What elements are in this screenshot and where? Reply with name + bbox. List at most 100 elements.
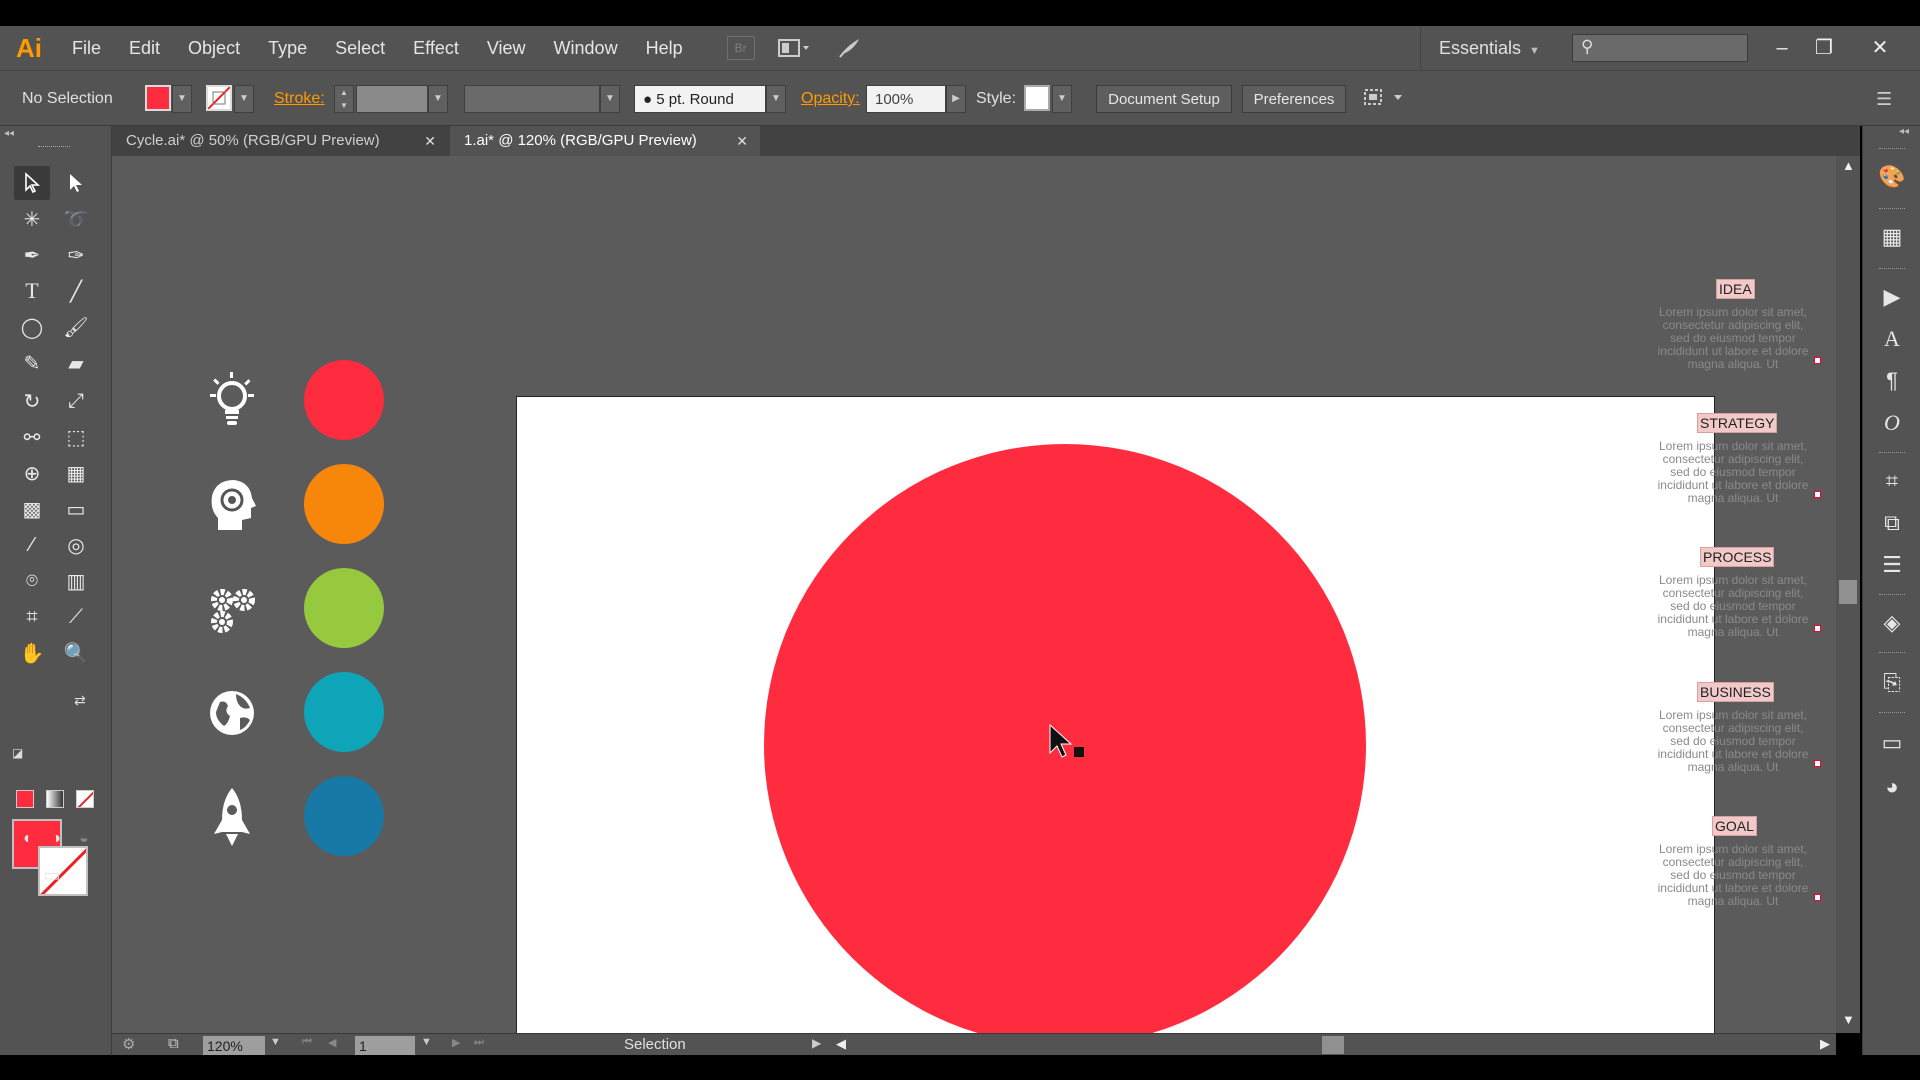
vertical-scrollbar[interactable]: ▲ ▼ (1836, 156, 1860, 1033)
section-title-business[interactable]: BUSINESS (1697, 682, 1774, 702)
opentype-panel-icon[interactable]: O (1875, 408, 1909, 438)
actions-panel-icon[interactable]: ▶ (1875, 282, 1909, 312)
menu-view[interactable]: View (473, 26, 540, 70)
magic-wand-tool-icon[interactable]: ✳ (14, 202, 50, 236)
horizontal-scroll-thumb[interactable] (1322, 1036, 1344, 1054)
color-dot-blue[interactable] (304, 776, 384, 856)
stroke-weight-field[interactable] (356, 85, 428, 113)
scroll-left-icon[interactable]: ◀ (836, 1036, 846, 1052)
gradient-mode-button[interactable] (46, 790, 64, 808)
none-mode-button[interactable] (76, 790, 94, 808)
close-icon[interactable]: ✕ (736, 126, 748, 156)
type-tool-icon[interactable]: T (14, 274, 50, 308)
ellipse-tool-icon[interactable]: ◯ (14, 310, 50, 344)
color-dot-orange[interactable] (304, 464, 384, 544)
shape-builder-tool-icon[interactable]: ⊕ (14, 456, 50, 490)
draw-inside-icon[interactable]: ◒ (66, 822, 102, 856)
arrange-documents-icon[interactable] (777, 35, 811, 61)
menu-file[interactable]: File (54, 26, 115, 70)
brush-dropdown[interactable]: ▼ (766, 85, 786, 113)
brush-definition-field[interactable]: ● 5 pt. Round (634, 85, 766, 113)
color-dot-green[interactable] (304, 568, 384, 648)
transparency-panel-icon[interactable]: ◕ (1875, 772, 1909, 802)
artboard-tool-icon[interactable]: ⌗ (14, 600, 50, 634)
symbol-sprayer-tool-icon[interactable]: ⌾ (14, 564, 50, 598)
collapse-panel-icon[interactable]: ◂◂ (4, 128, 14, 139)
text-overflow-marker[interactable] (1814, 357, 1821, 364)
mesh-tool-icon[interactable]: ▩ (14, 492, 50, 526)
rotate-tool-icon[interactable]: ↻ (14, 384, 50, 418)
eyedropper-tool-icon[interactable]: ⁄ (14, 528, 50, 562)
section-title-process[interactable]: PROCESS (1700, 547, 1775, 567)
zoom-field[interactable]: 120% (203, 1036, 265, 1056)
paintbrush-tool-icon[interactable]: 🖌 (58, 310, 94, 344)
artboard-number-field[interactable]: 1 (355, 1036, 415, 1056)
variable-width-profile-field[interactable] (464, 85, 600, 113)
style-dropdown[interactable]: ▼ (1052, 85, 1072, 113)
minimize-button[interactable]: – (1762, 26, 1802, 70)
restore-button[interactable]: ❐ (1804, 26, 1844, 70)
last-artboard-icon[interactable]: ⏭ (474, 1036, 484, 1049)
opacity-slider-button[interactable]: ▶ (946, 85, 966, 113)
character-panel-icon[interactable]: A (1875, 324, 1909, 354)
close-window-button[interactable]: ✕ (1860, 26, 1900, 70)
blend-tool-icon[interactable]: ◎ (58, 528, 94, 562)
width-tool-icon[interactable]: ⚯ (14, 420, 50, 454)
next-artboard-icon[interactable]: ▶ (452, 1036, 460, 1049)
pathfinder-panel-icon[interactable]: ⧉ (1875, 508, 1909, 538)
close-icon[interactable]: ✕ (424, 126, 436, 156)
scale-tool-icon[interactable]: ⤢ (58, 384, 94, 418)
curvature-tool-icon[interactable]: ✑ (58, 238, 94, 272)
bridge-button[interactable]: Br (726, 36, 755, 60)
section-title-idea[interactable]: IDEA (1716, 279, 1755, 299)
pencil-tool-icon[interactable]: ✎ (14, 346, 50, 380)
color-dot-red[interactable] (304, 360, 384, 440)
free-transform-tool-icon[interactable]: ⬚ (58, 420, 94, 454)
export-panel-icon[interactable]: ⎘ (1875, 668, 1909, 698)
color-mode-button[interactable] (16, 790, 34, 808)
text-overflow-marker[interactable] (1814, 760, 1821, 767)
menu-edit[interactable]: Edit (115, 26, 174, 70)
color-dot-teal[interactable] (304, 672, 384, 752)
text-overflow-marker[interactable] (1814, 625, 1821, 632)
color-panel-icon[interactable]: 🎨 (1875, 162, 1909, 192)
search-input[interactable]: ⚲ (1572, 34, 1748, 62)
section-body-business[interactable]: Lorem ipsum dolor sit amet, consectetur … (1653, 709, 1813, 774)
preferences-button[interactable]: Preferences (1242, 85, 1346, 113)
gpu-status-icon[interactable]: ⚙ (122, 1035, 135, 1053)
style-swatch[interactable] (1024, 85, 1050, 111)
menu-type[interactable]: Type (254, 26, 321, 70)
gradient-panel-icon[interactable]: ▭ (1875, 728, 1909, 758)
section-body-strategy[interactable]: Lorem ipsum dolor sit amet, consectetur … (1653, 440, 1813, 505)
section-body-goal[interactable]: Lorem ipsum dolor sit amet, consectetur … (1653, 843, 1813, 908)
fill-dropdown-button[interactable]: ▼ (172, 85, 192, 113)
screen-mode-icon[interactable]: ▭ (34, 858, 70, 892)
status-menu-arrow-icon[interactable]: ▶ (812, 1036, 821, 1050)
section-body-process[interactable]: Lorem ipsum dolor sit amet, consectetur … (1653, 574, 1813, 639)
pen-tool-icon[interactable]: ✒ (14, 238, 50, 272)
column-graph-tool-icon[interactable]: ▥ (58, 564, 94, 598)
workspace-switcher[interactable]: Essentials ▼ (1420, 26, 1540, 70)
opacity-field[interactable]: 100% (866, 85, 946, 113)
layers-panel-icon[interactable]: ◈ (1875, 608, 1909, 638)
scroll-right-icon[interactable]: ▶ (1820, 1036, 1830, 1052)
menu-help[interactable]: Help (632, 26, 697, 70)
direct-selection-tool-icon[interactable] (58, 166, 94, 200)
opacity-label[interactable]: Opacity: (801, 85, 860, 113)
control-panel-menu-icon[interactable]: ☰ (1876, 85, 1892, 113)
gradient-tool-icon[interactable]: ▭ (58, 492, 94, 526)
vertical-scroll-thumb[interactable] (1839, 580, 1857, 604)
perspective-grid-tool-icon[interactable]: ▦ (58, 456, 94, 490)
text-overflow-marker[interactable] (1814, 894, 1821, 901)
paragraph-panel-icon[interactable]: ¶ (1875, 366, 1909, 396)
gpu-performance-icon[interactable] (833, 35, 867, 61)
stroke-dropdown-button[interactable]: ▼ (234, 85, 254, 113)
section-title-strategy[interactable]: STRATEGY (1697, 413, 1778, 433)
expand-panels-icon[interactable]: ◂◂ (1899, 126, 1909, 137)
default-fill-stroke-icon[interactable]: ◪ (12, 746, 23, 760)
zoom-dropdown-icon[interactable]: ▼ (270, 1036, 281, 1048)
swap-fill-stroke-icon[interactable]: ⇄ (74, 692, 86, 709)
zoom-tool-icon[interactable]: 🔍 (58, 636, 94, 670)
stroke-weight-stepper[interactable]: ▲ ▼ (334, 85, 354, 113)
slice-tool-icon[interactable]: ⟋ (58, 600, 94, 634)
